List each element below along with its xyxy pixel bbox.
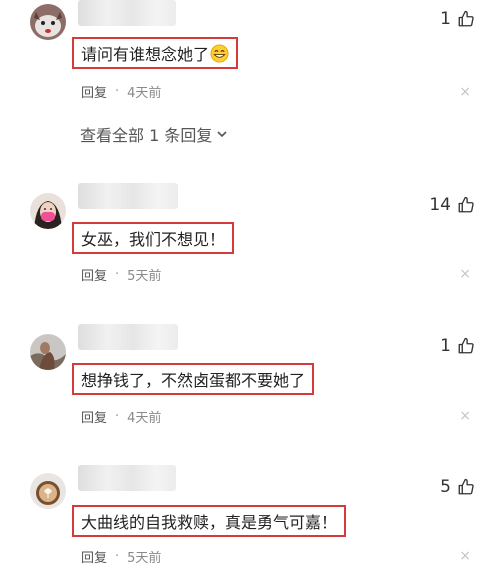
woman-mask-avatar-icon[interactable]	[30, 193, 66, 229]
view-replies-label: 查看全部 1 条回复	[80, 126, 213, 145]
thumbs-up-icon[interactable]	[457, 337, 475, 355]
comment-text: 请问有谁想念她了	[81, 45, 210, 64]
close-icon[interactable]: ×	[459, 548, 471, 564]
comment-text: 大曲线的自我救赎，真是勇气可嘉！	[81, 513, 338, 532]
grinning-face-icon	[210, 43, 229, 63]
like-control[interactable]: 14	[429, 193, 475, 217]
comment-meta: 回复 · 4天前	[81, 407, 161, 426]
meta-separator: ·	[115, 549, 120, 564]
like-count: 1	[440, 9, 451, 29]
comment-text: 想挣钱了，不然卤蛋都不要她了	[81, 371, 306, 390]
like-control[interactable]: 1	[440, 7, 475, 31]
comment-text: 女巫，我们不想见！	[81, 230, 226, 249]
thumbs-up-icon[interactable]	[457, 10, 475, 28]
like-control[interactable]: 5	[440, 475, 475, 499]
like-count: 1	[440, 336, 451, 356]
comment-meta: 回复 · 4天前	[81, 82, 161, 101]
comment-time: 5天前	[127, 269, 162, 284]
close-icon[interactable]: ×	[459, 408, 471, 424]
meta-separator: ·	[115, 267, 120, 282]
comment-text-highlight: 女巫，我们不想见！	[72, 222, 235, 254]
close-icon[interactable]: ×	[459, 266, 471, 282]
meta-separator: ·	[115, 409, 120, 424]
thumbs-up-icon[interactable]	[457, 196, 475, 214]
like-control[interactable]: 1	[440, 334, 475, 358]
username-blurred[interactable]	[78, 465, 176, 491]
comment-meta: 回复 · 5天前	[81, 265, 161, 284]
reply-button[interactable]: 回复	[81, 407, 107, 426]
comment-text-highlight: 请问有谁想念她了	[72, 37, 239, 69]
comment-text-highlight: 大曲线的自我救赎，真是勇气可嘉！	[72, 505, 347, 537]
username-blurred[interactable]	[78, 183, 178, 209]
username-blurred[interactable]	[78, 324, 178, 350]
view-all-replies-button[interactable]: 查看全部 1 条回复	[80, 122, 228, 146]
comment-time: 4天前	[127, 411, 162, 426]
reply-button[interactable]: 回复	[81, 547, 107, 566]
reply-button[interactable]: 回复	[81, 82, 107, 101]
meta-separator: ·	[115, 84, 120, 99]
reply-button[interactable]: 回复	[81, 265, 107, 284]
comment-time: 5天前	[127, 551, 162, 566]
comment-meta: 回复 · 5天前	[81, 547, 161, 566]
cat-avatar-icon[interactable]	[30, 4, 66, 40]
coffee-avatar-icon[interactable]	[30, 473, 66, 509]
figure-avatar-icon[interactable]	[30, 334, 66, 370]
close-icon[interactable]: ×	[459, 84, 471, 100]
chevron-down-icon	[216, 125, 228, 144]
like-count: 14	[429, 195, 451, 215]
like-count: 5	[440, 477, 451, 497]
comment-text-highlight: 想挣钱了，不然卤蛋都不要她了	[72, 363, 315, 395]
thumbs-up-icon[interactable]	[457, 478, 475, 496]
username-blurred[interactable]	[78, 0, 176, 26]
comment-time: 4天前	[127, 86, 162, 101]
